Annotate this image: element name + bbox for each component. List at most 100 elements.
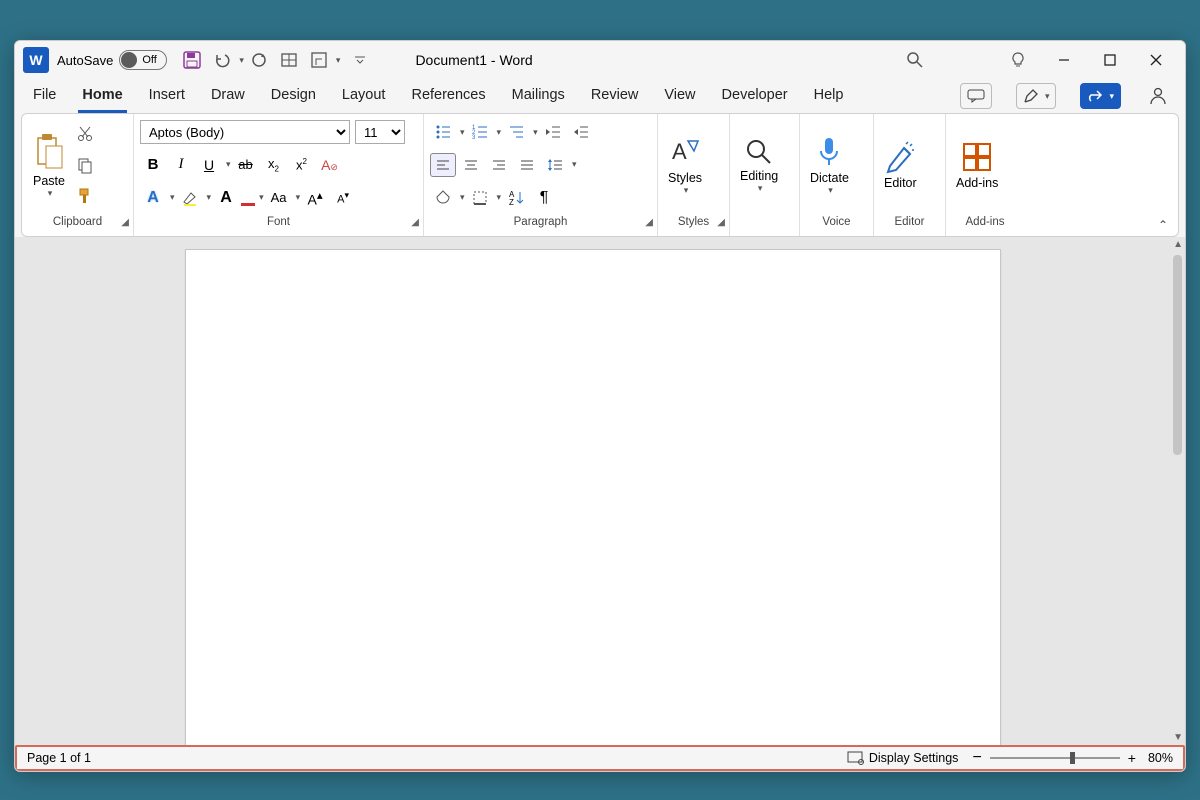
decrease-indent-button[interactable] bbox=[540, 120, 566, 144]
increase-indent-button[interactable] bbox=[568, 120, 594, 144]
display-settings-button[interactable]: Display Settings bbox=[869, 751, 959, 765]
comments-button[interactable] bbox=[960, 83, 992, 109]
page-indicator[interactable]: Page 1 of 1 bbox=[27, 751, 91, 765]
highlight-button[interactable] bbox=[177, 186, 203, 210]
font-launcher[interactable]: ◢ bbox=[411, 217, 419, 228]
borders-dropdown[interactable]: ▾ bbox=[497, 192, 502, 203]
format-painter-button[interactable] bbox=[72, 184, 98, 208]
undo-dropdown[interactable]: ▾ bbox=[239, 55, 244, 66]
line-spacing-button[interactable] bbox=[542, 153, 568, 177]
document-page[interactable] bbox=[185, 249, 1001, 745]
qat-dropdown-2[interactable]: ▾ bbox=[336, 55, 341, 66]
chevron-down-icon: ▾ bbox=[758, 183, 763, 194]
tab-home[interactable]: Home bbox=[78, 79, 126, 113]
zoom-level[interactable]: 80% bbox=[1148, 751, 1173, 765]
editing-mode-button[interactable]: ▾ bbox=[1016, 83, 1057, 109]
bullets-dropdown[interactable]: ▾ bbox=[460, 127, 465, 138]
show-marks-button[interactable]: ¶ bbox=[531, 186, 557, 210]
shading-dropdown[interactable]: ▾ bbox=[460, 192, 465, 203]
align-center-button[interactable] bbox=[458, 153, 484, 177]
borders-button[interactable] bbox=[467, 186, 493, 210]
scroll-up-button[interactable]: ▲ bbox=[1173, 239, 1183, 250]
tab-file[interactable]: File bbox=[29, 79, 60, 113]
tab-help[interactable]: Help bbox=[810, 79, 848, 113]
underline-button[interactable]: U bbox=[196, 153, 222, 177]
word-app-icon: W bbox=[23, 47, 49, 73]
multilevel-list-button[interactable] bbox=[503, 120, 529, 144]
font-color-dropdown[interactable]: ▾ bbox=[259, 192, 264, 203]
share-button[interactable]: ▾ bbox=[1080, 83, 1121, 109]
zoom-in-button[interactable]: + bbox=[1128, 750, 1136, 766]
tab-layout[interactable]: Layout bbox=[338, 79, 390, 113]
tab-developer[interactable]: Developer bbox=[718, 79, 792, 113]
vertical-scrollbar[interactable] bbox=[1173, 255, 1182, 455]
tab-draw[interactable]: Draw bbox=[207, 79, 249, 113]
tab-references[interactable]: References bbox=[407, 79, 489, 113]
maximize-button[interactable] bbox=[1087, 45, 1133, 75]
editing-button[interactable]: Editing ▾ bbox=[736, 118, 782, 212]
line-spacing-dropdown[interactable]: ▾ bbox=[572, 159, 577, 170]
numbering-dropdown[interactable]: ▾ bbox=[497, 127, 502, 138]
tab-design[interactable]: Design bbox=[267, 79, 320, 113]
text-effects-dropdown[interactable]: ▾ bbox=[170, 192, 175, 203]
underline-dropdown[interactable]: ▾ bbox=[226, 159, 231, 170]
font-name-combo[interactable]: Aptos (Body) bbox=[140, 120, 350, 144]
undo-button[interactable] bbox=[208, 46, 236, 74]
dictate-button[interactable]: Dictate ▾ bbox=[806, 118, 853, 212]
numbering-button[interactable]: 123 bbox=[467, 120, 493, 144]
styles-button[interactable]: A Styles ▾ bbox=[664, 118, 706, 212]
cut-button[interactable] bbox=[72, 122, 98, 146]
user-icon[interactable] bbox=[1145, 84, 1171, 108]
tab-review[interactable]: Review bbox=[587, 79, 643, 113]
tab-insert[interactable]: Insert bbox=[145, 79, 189, 113]
bullets-button[interactable] bbox=[430, 120, 456, 144]
close-button[interactable] bbox=[1133, 45, 1179, 75]
dictate-label: Dictate bbox=[810, 171, 849, 185]
multilevel-dropdown[interactable]: ▾ bbox=[533, 127, 538, 138]
justify-button[interactable] bbox=[514, 153, 540, 177]
align-right-button[interactable] bbox=[486, 153, 512, 177]
italic-button[interactable]: I bbox=[168, 153, 194, 177]
clear-formatting-button[interactable]: A⊘ bbox=[317, 153, 343, 177]
save-button[interactable] bbox=[178, 46, 206, 74]
highlight-dropdown[interactable]: ▾ bbox=[207, 192, 212, 203]
zoom-slider[interactable] bbox=[990, 757, 1120, 759]
redo-button[interactable] bbox=[245, 46, 273, 74]
strikethrough-button[interactable]: ab bbox=[233, 153, 259, 177]
change-case-dropdown[interactable]: ▾ bbox=[296, 192, 301, 203]
qat-button-1[interactable] bbox=[275, 46, 303, 74]
tab-view[interactable]: View bbox=[660, 79, 699, 113]
clipboard-launcher[interactable]: ◢ bbox=[121, 217, 129, 228]
lightbulb-icon[interactable] bbox=[995, 45, 1041, 75]
font-size-combo[interactable]: 11 bbox=[355, 120, 405, 144]
tab-mailings[interactable]: Mailings bbox=[508, 79, 569, 113]
collapse-ribbon-button[interactable]: ⌃ bbox=[1158, 218, 1168, 232]
qat-customize[interactable] bbox=[346, 46, 374, 74]
addins-button[interactable]: Add-ins bbox=[952, 118, 1002, 212]
zoom-slider-thumb[interactable] bbox=[1070, 752, 1075, 764]
font-color-button[interactable]: A bbox=[213, 186, 239, 210]
qat-button-2[interactable] bbox=[305, 46, 333, 74]
superscript-button[interactable]: x2 bbox=[289, 153, 315, 177]
bold-button[interactable]: B bbox=[140, 153, 166, 177]
editor-button[interactable]: Editor bbox=[880, 118, 921, 212]
text-effects-button[interactable]: A bbox=[140, 186, 166, 210]
search-button[interactable] bbox=[895, 45, 935, 75]
paste-button[interactable]: Paste ▾ bbox=[28, 118, 70, 212]
change-case-button[interactable]: Aa bbox=[266, 186, 292, 210]
subscript-button[interactable]: x2 bbox=[261, 153, 287, 177]
align-left-button[interactable] bbox=[430, 153, 456, 177]
styles-launcher[interactable]: ◢ bbox=[717, 217, 725, 228]
grow-font-button[interactable]: A▴ bbox=[302, 186, 328, 210]
minimize-button[interactable] bbox=[1041, 45, 1087, 75]
sort-button[interactable]: AZ bbox=[503, 186, 529, 210]
paragraph-launcher[interactable]: ◢ bbox=[645, 217, 653, 228]
shrink-font-button[interactable]: A▾ bbox=[330, 186, 356, 210]
zoom-out-button[interactable]: − bbox=[972, 749, 981, 767]
autosave-toggle[interactable]: Off bbox=[119, 50, 167, 70]
scroll-down-button[interactable]: ▼ bbox=[1173, 732, 1183, 743]
group-editing: Editing ▾ bbox=[730, 114, 800, 236]
addins-label: Add-ins bbox=[956, 176, 998, 190]
shading-button[interactable] bbox=[430, 186, 456, 210]
copy-button[interactable] bbox=[72, 153, 98, 177]
